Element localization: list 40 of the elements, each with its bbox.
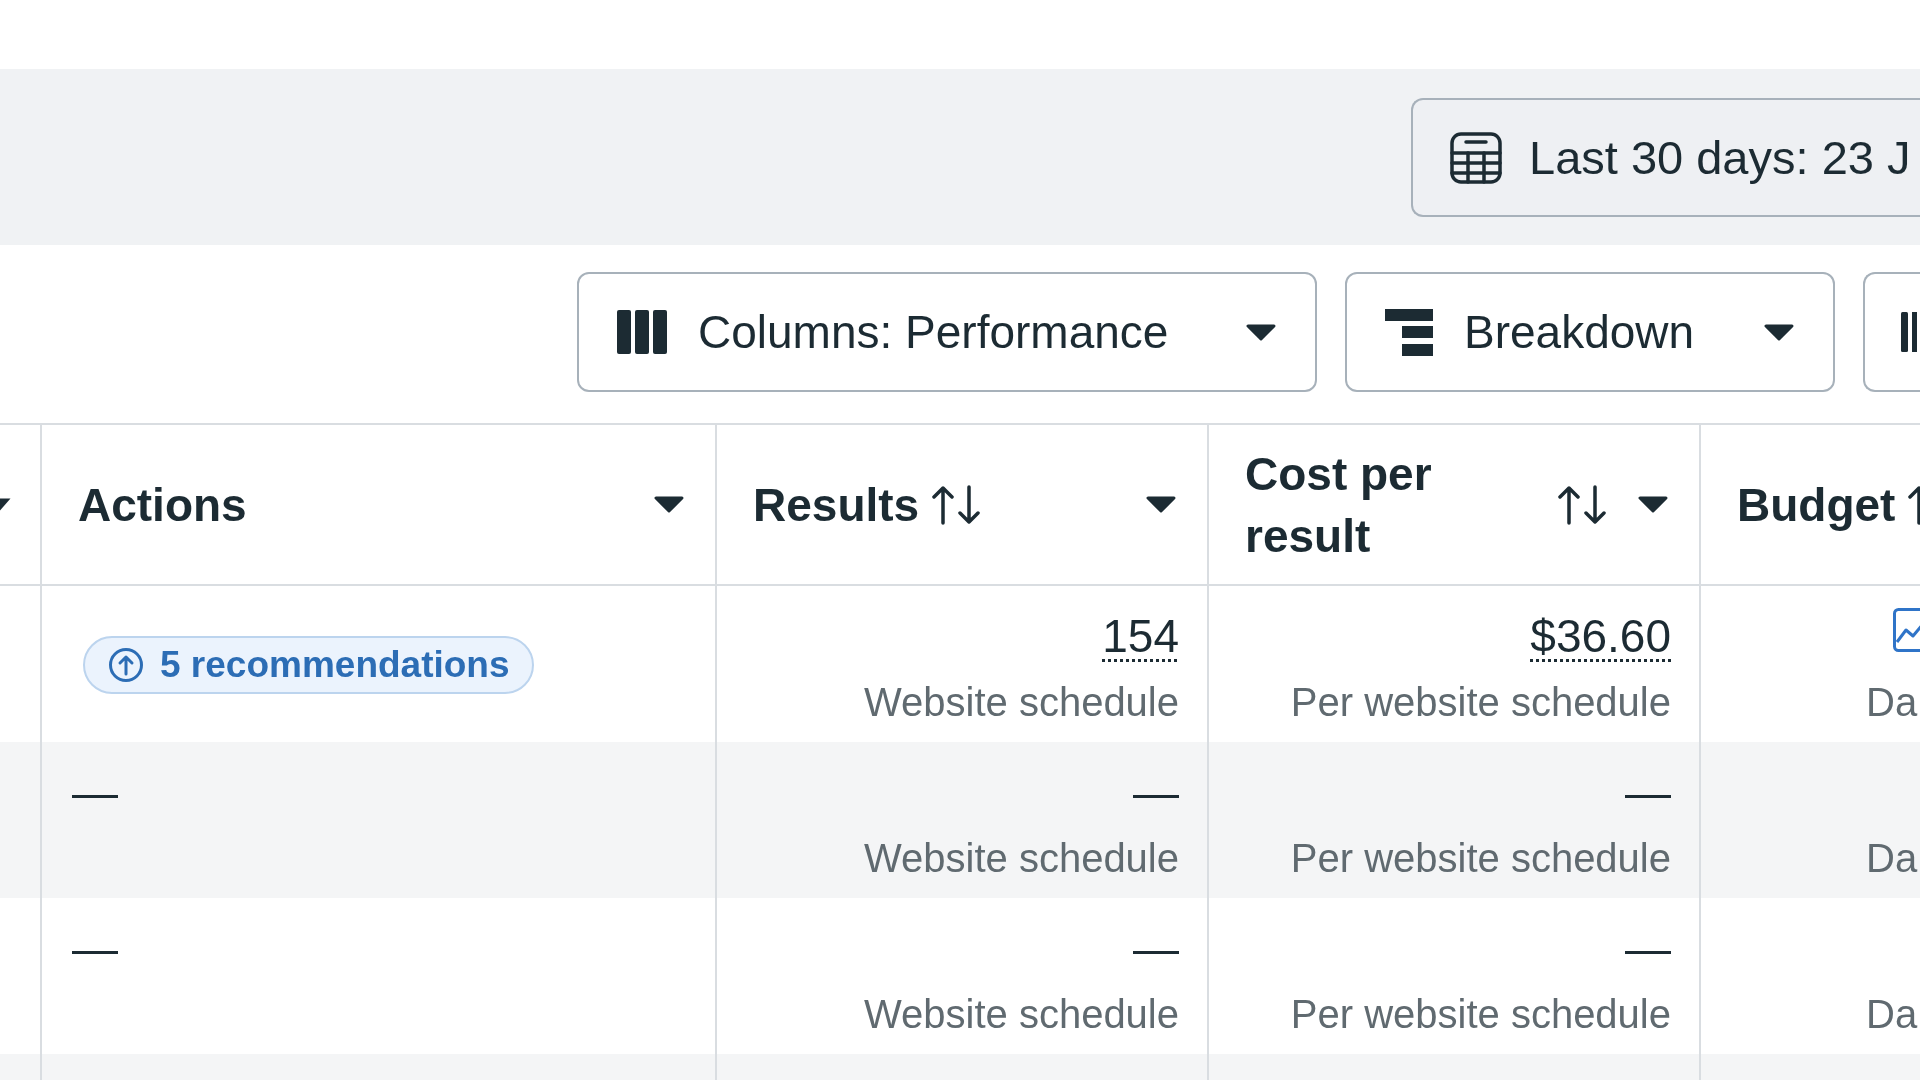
sort-arrows-icon[interactable]: [1907, 484, 1920, 525]
sort-arrows-icon[interactable]: [1557, 484, 1607, 525]
caret-icon[interactable]: [1245, 323, 1277, 341]
metric-value: —: [1133, 921, 1179, 976]
metric-unit: Per website schedule: [1290, 835, 1671, 882]
caret-icon[interactable]: [0, 497, 12, 512]
caret-icon[interactable]: [1637, 496, 1669, 513]
columns-icon: [617, 310, 667, 354]
budget-text: Da: [1866, 991, 1918, 1038]
caret-icon[interactable]: [653, 496, 685, 513]
metric-value: $36.60: [1530, 609, 1671, 664]
metric-value: —: [1133, 765, 1179, 820]
empty-value: —: [72, 765, 118, 820]
caret-icon[interactable]: [1763, 323, 1795, 341]
calendar-icon: [1450, 131, 1502, 184]
sort-arrows-icon[interactable]: [931, 484, 982, 525]
arrow-up-circle-icon: [108, 647, 144, 683]
metric-value: —: [1625, 921, 1671, 976]
breakdown-button[interactable]: Breakdown: [1345, 272, 1835, 392]
column-header[interactable]: Budget: [1701, 425, 1920, 584]
metric-unit: Per website schedule: [1290, 679, 1671, 726]
metric-unit: Website schedule: [864, 835, 1179, 882]
budget-text: Da: [1866, 835, 1918, 882]
columns-button[interactable]: Columns: Performance: [577, 272, 1317, 392]
column-header[interactable]: Actions: [42, 425, 717, 584]
column-header[interactable]: Cost per result: [1209, 425, 1701, 584]
bars-button[interactable]: [1863, 272, 1920, 392]
empty-value: —: [72, 921, 118, 976]
budget-text: Da: [1866, 679, 1918, 726]
stacked-bars-icon: [1385, 308, 1433, 356]
date-range-button[interactable]: Last 30 days: 23 J: [1411, 98, 1920, 217]
metric-unit: Website schedule: [864, 679, 1179, 726]
metric-unit: Website schedule: [864, 991, 1179, 1038]
metric-value: 154: [1102, 609, 1179, 664]
bars-icon: [1901, 312, 1917, 352]
recommendations-button[interactable]: 5 recommendations: [83, 636, 534, 694]
caret-icon[interactable]: [1145, 496, 1177, 513]
column-header[interactable]: Results: [717, 425, 1209, 584]
metric-value: —: [1625, 765, 1671, 820]
metric-unit: Per website schedule: [1290, 991, 1671, 1038]
